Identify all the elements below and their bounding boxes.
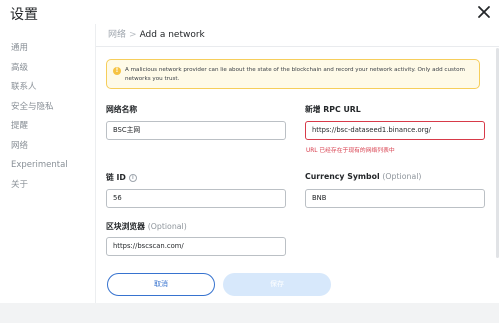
- breadcrumb: 网络 > Add a network: [108, 27, 205, 40]
- save-button[interactable]: 保存: [223, 273, 331, 296]
- sidebar-item-general[interactable]: 通用: [11, 42, 91, 62]
- rpc-url-label: 新增 RPC URL: [305, 105, 361, 114]
- rpc-url-input[interactable]: https://bsc-dataseed1.binance.org/: [305, 121, 485, 140]
- network-name-label: 网络名称: [106, 105, 138, 114]
- block-explorer-label-text: 区块浏览器: [106, 222, 145, 231]
- sidebar-item-experimental[interactable]: Experimental: [11, 159, 91, 179]
- page-title: 设置: [10, 7, 38, 23]
- cancel-button[interactable]: 取消: [107, 273, 215, 296]
- close-icon[interactable]: [476, 4, 492, 20]
- sidebar-item-alerts[interactable]: 提醒: [11, 120, 91, 140]
- header-divider: [96, 46, 499, 47]
- sidebar-item-about[interactable]: 关于: [11, 179, 91, 199]
- warning-text: A malicious network provider can lie abo…: [125, 67, 466, 82]
- optional-tag: (Optional): [382, 172, 422, 181]
- warning-banner: ! A malicious network provider can lie a…: [106, 59, 480, 89]
- footer-band: [0, 303, 499, 323]
- block-explorer-input[interactable]: https://bscscan.com/: [106, 237, 286, 256]
- optional-tag: (Optional): [147, 222, 187, 231]
- network-name-input[interactable]: BSC主网: [106, 121, 286, 140]
- sidebar-divider: [95, 24, 96, 309]
- breadcrumb-networks-link[interactable]: 网络: [108, 30, 126, 40]
- sidebar-item-security-privacy[interactable]: 安全与隐私: [11, 101, 91, 121]
- chain-id-label-text: 链 ID: [106, 173, 126, 182]
- settings-sidebar: 通用 高级 联系人 安全与隐私 提醒 网络 Experimental 关于: [11, 42, 91, 198]
- breadcrumb-current: Add a network: [139, 30, 205, 40]
- chain-id-input[interactable]: 56: [106, 189, 286, 208]
- rpc-url-error: URL 已经存在于现有的网络列表中: [306, 148, 395, 154]
- sidebar-item-advanced[interactable]: 高级: [11, 62, 91, 82]
- info-icon[interactable]: i: [128, 174, 137, 182]
- warning-icon: !: [113, 67, 121, 75]
- currency-symbol-label: Currency Symbol (Optional): [305, 172, 421, 181]
- breadcrumb-separator: >: [129, 30, 137, 40]
- sidebar-item-contacts[interactable]: 联系人: [11, 81, 91, 101]
- currency-symbol-label-text: Currency Symbol: [305, 172, 380, 181]
- chain-id-label: 链 ID i: [106, 172, 137, 183]
- currency-symbol-input[interactable]: BNB: [305, 189, 485, 208]
- sidebar-item-networks[interactable]: 网络: [11, 140, 91, 160]
- block-explorer-label: 区块浏览器 (Optional): [106, 221, 187, 232]
- settings-page: 设置 通用 高级 联系人 安全与隐私 提醒 网络 Experimental 关于…: [0, 0, 499, 323]
